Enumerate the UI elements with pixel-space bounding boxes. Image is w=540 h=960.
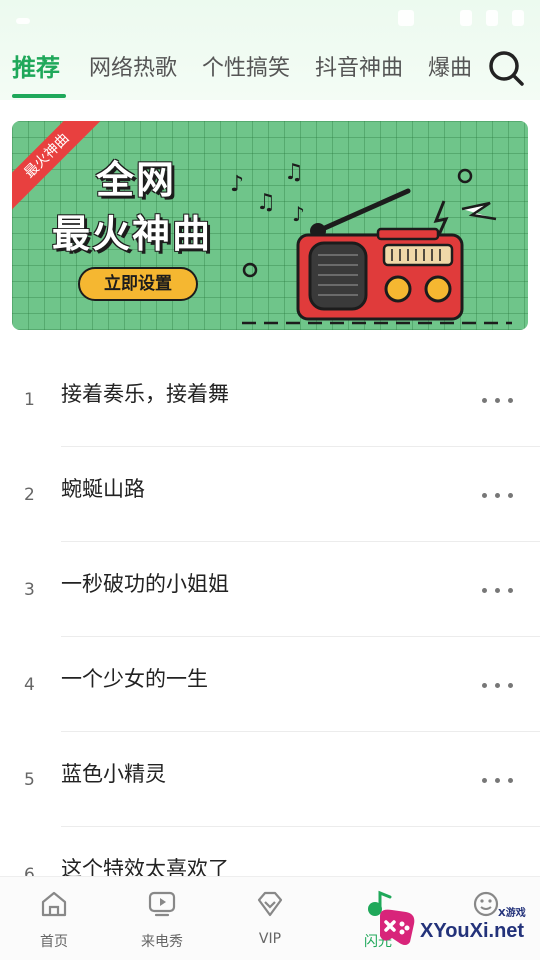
nav-caller-show[interactable]: 来电秀 [108,877,216,960]
home-icon [41,891,67,917]
time-icon [512,10,524,26]
gamepad-logo-icon [380,909,415,945]
wifi-icon [460,10,472,26]
tv-play-icon [148,891,176,917]
song-row[interactable]: 4 一个少女的一生 [0,637,540,732]
search-button[interactable] [486,48,526,88]
nav-home[interactable]: 首页 [0,877,108,960]
banner-title-line2: 最火神曲 [52,212,213,256]
promo-banner[interactable]: 最火神曲 全网 最火神曲 立即设置 ♪ ♫ ♫ ♪ [12,121,528,330]
nav-vip[interactable]: VIP [216,877,324,960]
watermark-small-text: X游戏 [498,908,526,919]
song-row[interactable]: 2 蜿蜒山路 [0,447,540,542]
song-row[interactable]: 3 一秒破功的小姐姐 [0,542,540,637]
tab-hot[interactable]: 爆曲 [428,50,472,82]
song-title: 蓝色小精灵 [61,762,166,786]
song-rank: 1 [24,390,35,410]
more-options-button[interactable] [476,382,520,418]
battery-icon [486,10,498,26]
song-rank: 3 [24,580,35,600]
song-title: 接着奏乐，接着舞 [61,382,229,406]
svg-text:♫: ♫ [284,160,304,185]
banner-title-line1: 全网 [96,158,177,202]
song-rank: 5 [24,770,35,790]
more-options-button[interactable] [476,572,520,608]
tab-recommend[interactable]: 推荐 [12,48,60,83]
status-bar [0,0,540,34]
status-icon [16,18,30,24]
song-rank: 4 [24,675,35,695]
banner-set-button[interactable]: 立即设置 [78,267,198,301]
song-row[interactable]: 1 接着奏乐，接着舞 [0,352,540,447]
tab-douyin[interactable]: 抖音神曲 [315,50,403,82]
banner-ribbon: 最火神曲 [12,121,103,212]
search-icon [489,51,524,86]
watermark: X游戏 XYouXi.net [372,896,540,956]
nav-label: VIP [258,931,282,947]
nav-label: 来电秀 [141,934,183,950]
song-title: 一个少女的一生 [61,667,208,691]
category-tabs: 推荐 网络热歌 个性搞笑 抖音神曲 爆曲 [0,44,540,100]
svg-text:♪: ♪ [292,202,305,226]
more-options-button[interactable] [476,477,520,513]
tab-network-hits[interactable]: 网络热歌 [89,50,177,82]
svg-text:♪: ♪ [230,172,244,197]
active-tab-indicator [12,94,66,98]
tab-funny[interactable]: 个性搞笑 [202,50,290,82]
diamond-icon [257,891,283,917]
song-title: 蜿蜒山路 [61,477,145,501]
song-rank: 2 [24,485,35,505]
nav-label: 首页 [40,934,68,950]
more-options-button[interactable] [476,667,520,703]
song-row[interactable]: 5 蓝色小精灵 [0,732,540,827]
radio-icon: ♪ ♫ ♫ ♪ [230,160,512,325]
watermark-text: XYouXi.net [420,920,525,942]
signal-icon [398,10,414,26]
song-title: 一秒破功的小姐姐 [61,572,229,596]
svg-text:♫: ♫ [256,190,276,215]
more-options-button[interactable] [476,762,520,798]
header: 推荐 网络热歌 个性搞笑 抖音神曲 爆曲 [0,0,540,100]
